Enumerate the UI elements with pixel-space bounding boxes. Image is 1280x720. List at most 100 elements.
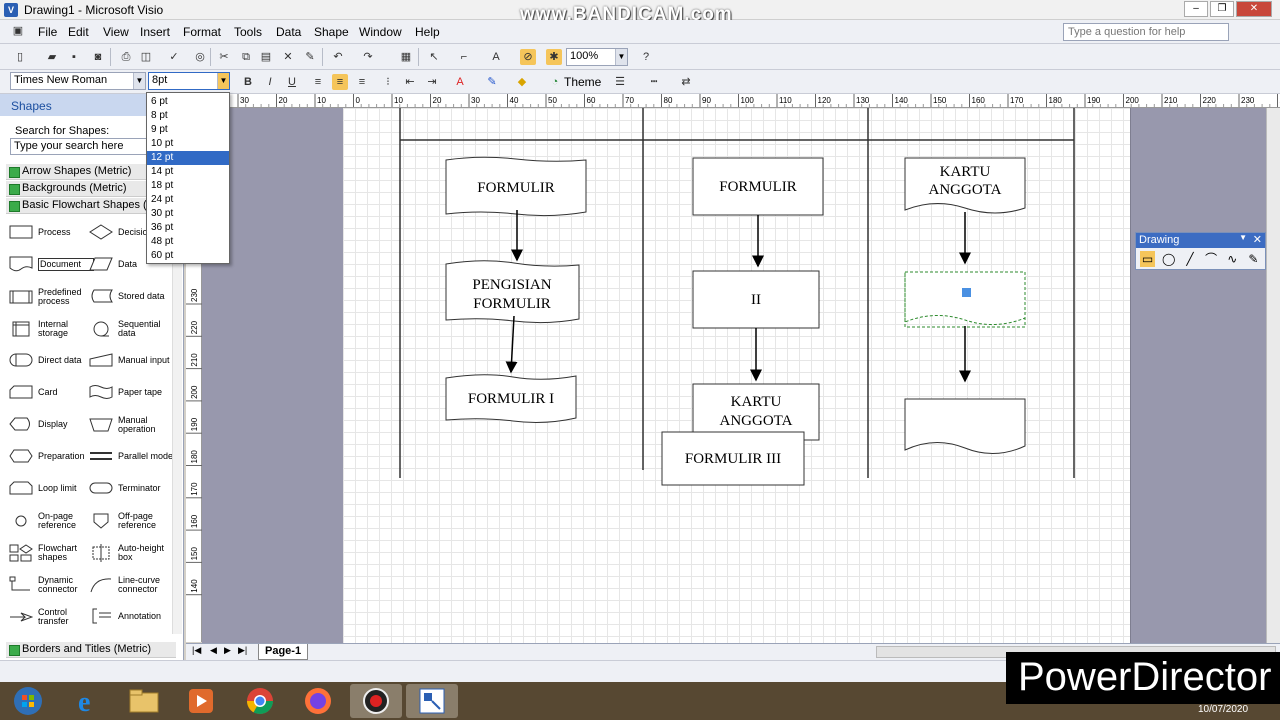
pointer-icon[interactable]: ↖ [426,49,442,65]
connector-icon[interactable]: ⌐ [456,49,472,65]
font-name-select[interactable]: Times New Roman ▼ [10,72,146,90]
fill-color-icon[interactable]: ◆ [514,74,530,90]
align-right-icon[interactable]: ≡ [354,74,370,90]
next-page-icon[interactable]: ▶ [224,645,231,656]
shape-paper-tape[interactable]: Paper tape [88,384,176,400]
bandicam-icon[interactable] [350,684,402,718]
font-size-select[interactable]: 8pt ▼ [148,72,230,90]
font-size-option[interactable]: 36 pt [147,221,229,235]
doc-kartu-anggota-col3[interactable]: KARTU ANGGOTA [904,157,1026,214]
shape-line-curve-connector[interactable]: Line-curve connector [88,576,176,594]
stencil-borders-and-titles[interactable]: Borders and Titles (Metric) [6,642,176,658]
print-preview-icon[interactable]: ◫ [138,49,154,65]
cut-icon[interactable]: ✂ [216,49,232,65]
font-size-option[interactable]: 48 pt [147,235,229,249]
line-pattern-icon[interactable]: ┅ [646,74,662,90]
last-page-icon[interactable]: ▶| [238,645,247,656]
font-color-icon[interactable]: A [452,74,468,90]
research-icon[interactable]: ◎ [192,49,208,65]
shape-terminator[interactable]: Terminator [88,480,176,496]
restore-icon[interactable]: ❐ [1210,1,1234,17]
connection-point-icon[interactable]: ⊘ [520,49,536,65]
shape-manual-input[interactable]: Manual input [88,352,176,368]
font-size-option[interactable]: 24 pt [147,193,229,207]
font-size-option[interactable]: 8 pt [147,109,229,123]
shape-card[interactable]: Card [8,384,96,400]
new-icon[interactable]: ▯ [12,49,28,65]
doc-empty-col3[interactable] [904,398,1026,454]
theme-button[interactable]: Theme [564,75,601,89]
font-size-option-selected[interactable]: 12 pt [147,151,229,165]
align-left-icon[interactable]: ≡ [310,74,326,90]
shape-on-page-reference[interactable]: On-page reference [8,512,96,530]
search-shapes-input[interactable]: Type your search here [10,138,148,155]
print-icon[interactable]: ⎙ [118,49,134,65]
chevron-down-icon[interactable]: ▼ [1239,233,1247,242]
shape-loop-limit[interactable]: Loop limit [8,480,96,496]
zoom-select[interactable]: 100% ▼ [566,48,628,66]
shape-internal-storage[interactable]: Internal storage [8,320,96,338]
close-icon[interactable]: ✕ [1253,233,1262,246]
shape-preparation[interactable]: Preparation [8,448,96,464]
arc-tool-icon[interactable]: ⌒ [1204,251,1219,267]
shapes-window-icon[interactable]: ▦ [398,49,414,65]
menu-view[interactable]: View [103,25,129,39]
prev-page-icon[interactable]: ◀ [210,645,217,656]
spelling-icon[interactable]: ✓ [166,49,182,65]
vertical-scrollbar[interactable] [1266,108,1280,643]
line-color-icon[interactable]: ✎ [484,74,500,90]
bold-button[interactable]: B [240,74,256,90]
copy-icon[interactable]: ⧉ [238,49,254,65]
menu-window[interactable]: Window [359,25,402,39]
shape-sequential-data[interactable]: Sequential data [88,320,176,338]
line-ends-icon[interactable]: ⇄ [678,74,694,90]
font-size-option[interactable]: 18 pt [147,179,229,193]
shape-control-transfer[interactable]: Control transfer [8,608,96,626]
shape-annotation[interactable]: Annotation [88,608,176,624]
theme-icon[interactable]: ◔ [547,74,563,90]
process-formulir-col2[interactable]: FORMULIR [692,157,824,216]
menu-edit[interactable]: Edit [68,25,89,39]
ellipse-tool-icon[interactable]: ◯ [1161,251,1176,267]
open-icon[interactable]: ▰ [44,49,60,65]
font-size-option[interactable]: 9 pt [147,123,229,137]
font-size-dropdown[interactable]: 6 pt 8 pt 9 pt 10 pt 12 pt 14 pt 18 pt 2… [146,92,230,264]
shape-parallel-mode[interactable]: Parallel mode [88,448,176,464]
font-size-option[interactable]: 14 pt [147,165,229,179]
shape-stored-data[interactable]: Stored data [88,288,176,304]
menu-data[interactable]: Data [276,25,301,39]
tab-page-1[interactable]: Page-1 [258,644,308,660]
rectangle-tool-icon[interactable]: ▭ [1140,251,1156,267]
menu-help[interactable]: Help [415,25,440,39]
minimize-icon[interactable]: – [1184,1,1208,17]
decrease-indent-icon[interactable]: ⇤ [402,74,418,90]
visio-taskbar-icon[interactable] [406,684,458,718]
line-tool-icon[interactable]: ╱ [1182,251,1197,267]
shape-process[interactable]: Process [8,224,96,240]
increase-indent-icon[interactable]: ⇥ [424,74,440,90]
shape-dynamic-connector[interactable]: Dynamic connector [8,576,96,594]
text-tool-icon[interactable]: A [488,49,504,65]
delete-icon[interactable]: ✕ [280,49,296,65]
shape-document[interactable]: Document [8,256,96,272]
help-search-input[interactable]: Type a question for help [1063,23,1229,41]
font-size-option[interactable]: 60 pt [147,249,229,263]
close-icon[interactable]: ✕ [1236,1,1272,17]
shape-auto-height-box[interactable]: Auto-height box [88,544,176,562]
stamp-icon[interactable]: ✱ [546,49,562,65]
bullets-icon[interactable]: ⁝ [380,74,396,90]
media-player-icon[interactable] [175,684,227,718]
italic-button[interactable]: I [262,74,278,90]
shape-off-page-reference[interactable]: Off-page reference [88,512,176,530]
internet-explorer-icon[interactable]: e [62,684,114,718]
line-weight-icon[interactable]: ☰ [612,74,628,90]
freeform-tool-icon[interactable]: ∿ [1225,251,1240,267]
process-ii[interactable]: II [692,270,820,329]
doc-formulir-i[interactable]: FORMULIR I [445,374,577,423]
menu-shape[interactable]: Shape [314,25,349,39]
paste-icon[interactable]: ▤ [258,49,274,65]
menu-format[interactable]: Format [183,25,221,39]
shape-manual-operation[interactable]: Manual operation [88,416,176,434]
first-page-icon[interactable]: |◀ [192,645,201,656]
menu-file[interactable]: File [38,25,57,39]
